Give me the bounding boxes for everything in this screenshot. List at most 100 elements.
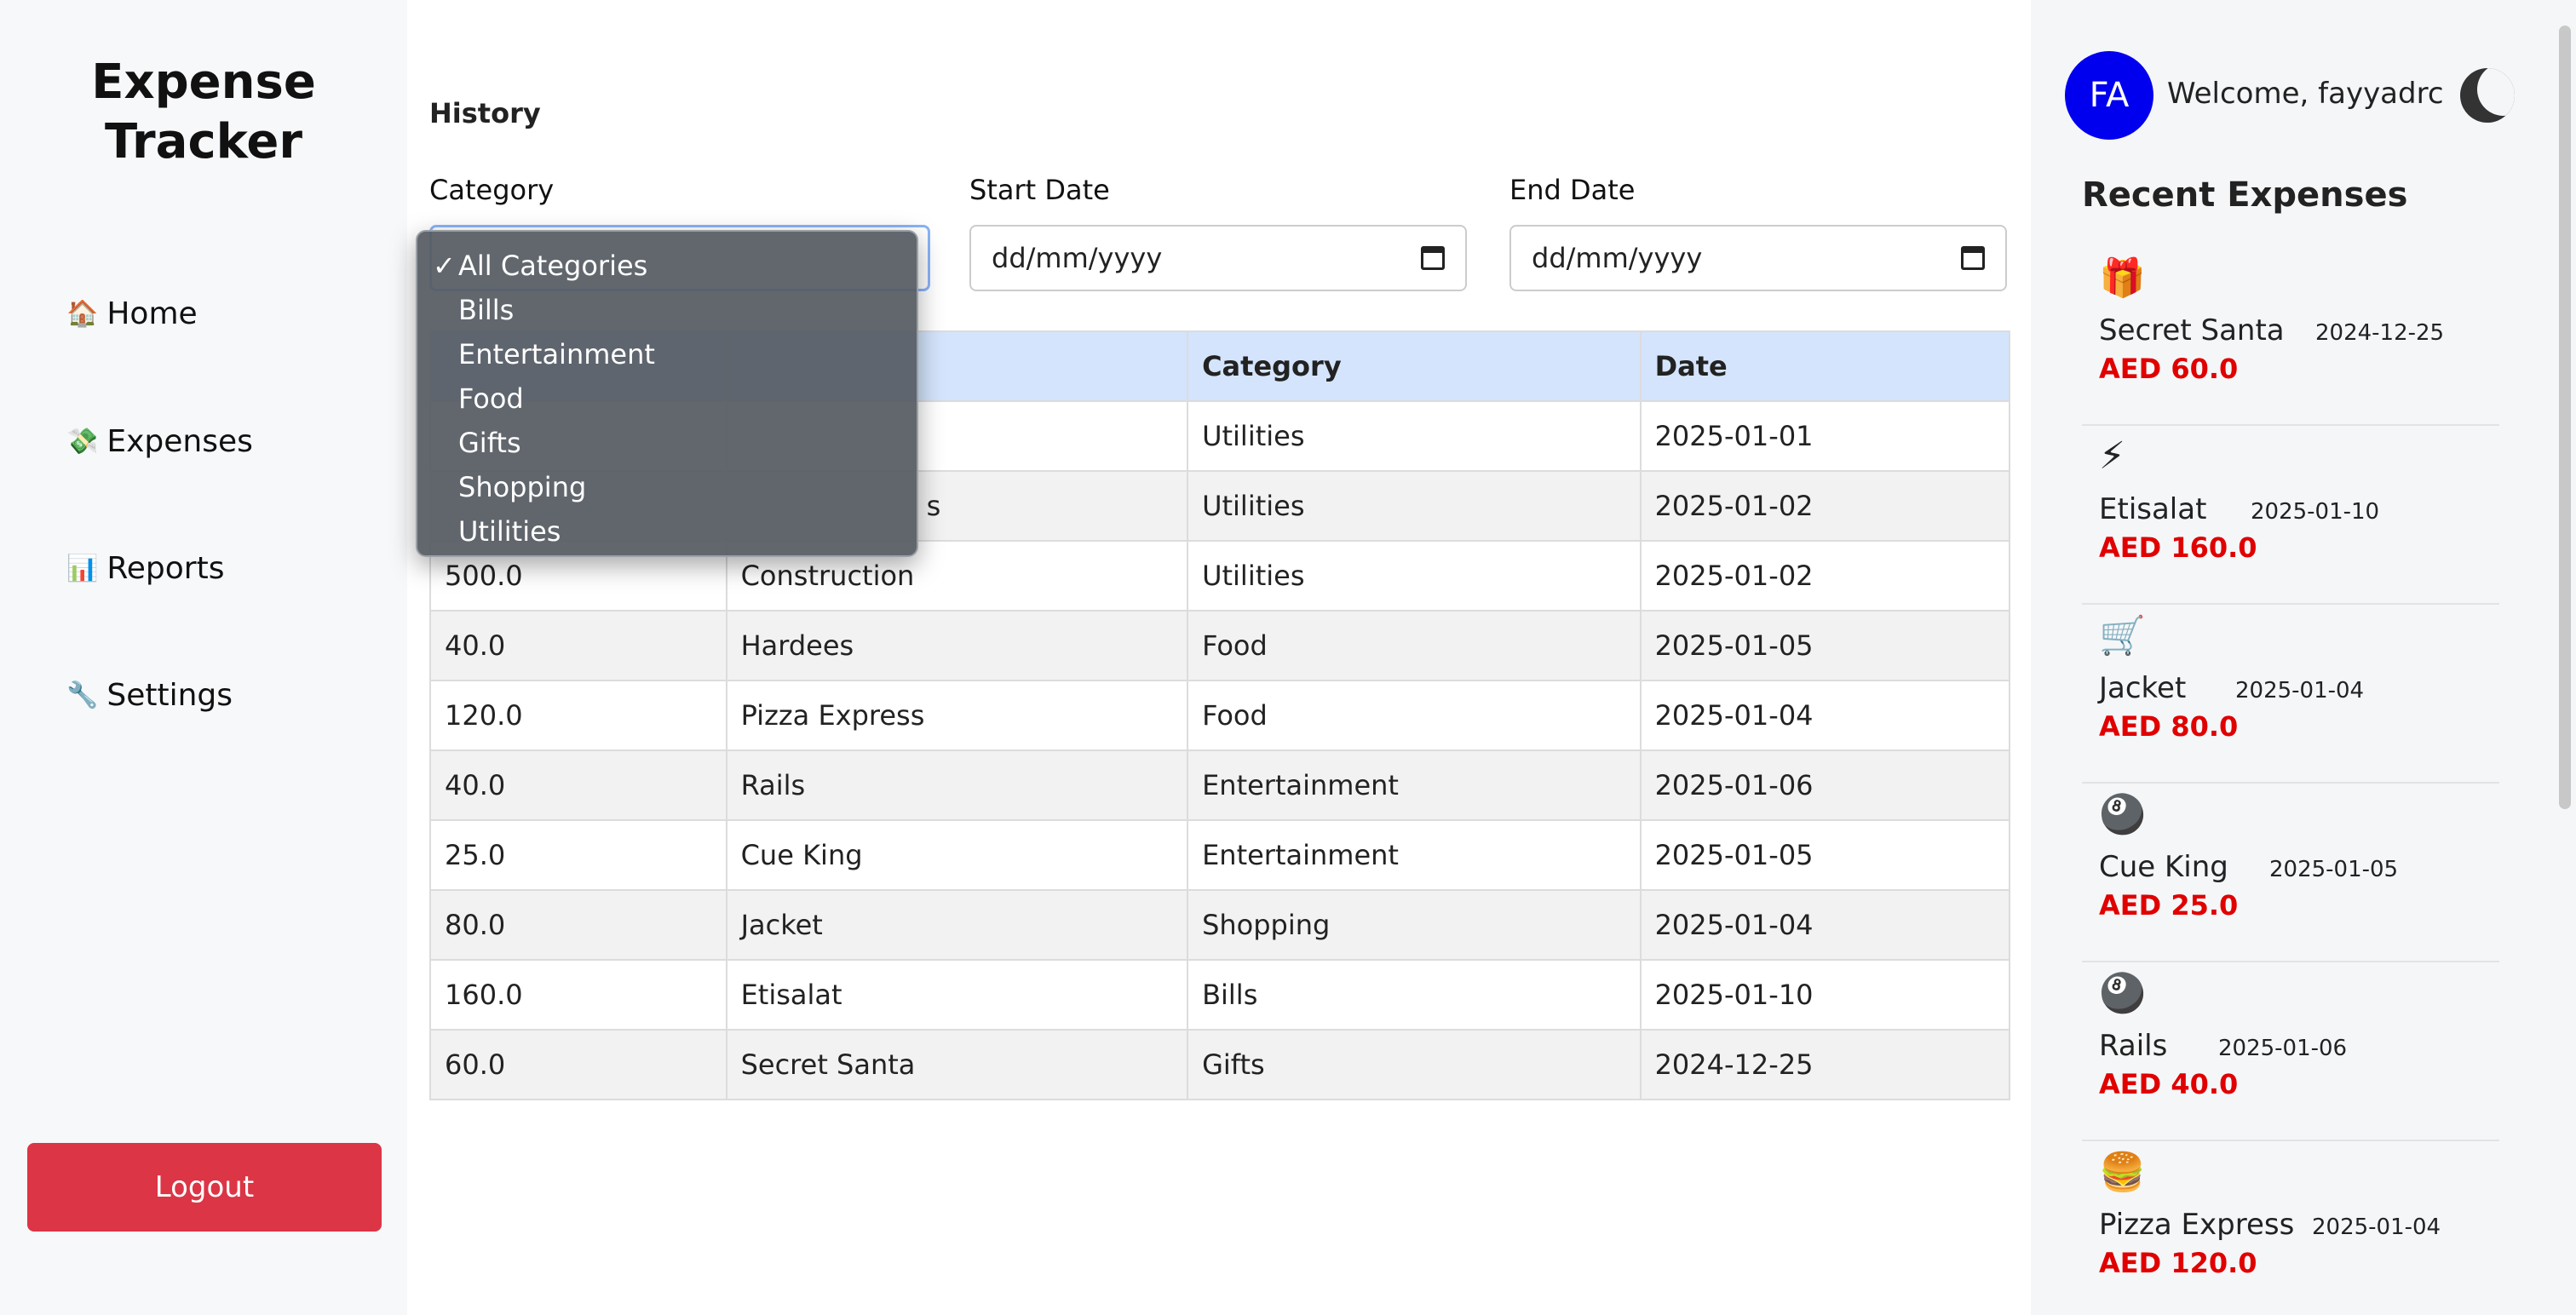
cell-description: Pizza Express bbox=[725, 680, 1189, 751]
moon-icon[interactable] bbox=[2460, 68, 2515, 123]
cell-date: 2025-01-10 bbox=[1639, 959, 2011, 1031]
cell-date: 2025-01-04 bbox=[1639, 889, 2011, 961]
option-label: Entertainment bbox=[458, 338, 655, 370]
checkmark-icon: ✓ bbox=[433, 250, 456, 282]
sidebar-item-label: Settings bbox=[106, 678, 233, 713]
cell-category: Utilities bbox=[1187, 470, 1642, 542]
cell-category: Food bbox=[1187, 610, 1642, 681]
calendar-icon[interactable] bbox=[1421, 246, 1445, 270]
cell-category: Utilities bbox=[1187, 540, 1642, 612]
sidebar-item-expenses[interactable]: 💸 Expenses bbox=[66, 424, 253, 459]
cell-amount: 160.0 bbox=[429, 959, 727, 1031]
dropdown-option-food[interactable]: Food bbox=[417, 376, 917, 421]
brand-title: Expense Tracker bbox=[0, 53, 407, 172]
list-item: 🛒 Jacket 2025-01-04 AED 80.0 bbox=[2082, 605, 2499, 784]
end-date-label: End Date bbox=[1509, 174, 1636, 206]
cell-amount: 40.0 bbox=[429, 610, 727, 681]
dropdown-option-all-categories[interactable]: ✓ All Categories bbox=[417, 244, 917, 288]
option-label: Utilities bbox=[458, 515, 561, 548]
cell-description: Cue King bbox=[725, 819, 1189, 891]
expense-amount: AED 60.0 bbox=[2099, 353, 2239, 385]
calendar-icon[interactable] bbox=[1961, 246, 1985, 270]
cell-amount: 40.0 bbox=[429, 749, 727, 821]
expense-date: 2024-12-25 bbox=[2315, 320, 2445, 346]
sidebar-item-home[interactable]: 🏠 Home bbox=[66, 296, 198, 331]
option-label: All Categories bbox=[458, 250, 648, 282]
cell-amount: 25.0 bbox=[429, 819, 727, 891]
category-dropdown-menu: ✓ All Categories Bills Entertainment Foo… bbox=[416, 230, 918, 557]
list-item: 🎱 Cue King 2025-01-05 AED 25.0 bbox=[2082, 784, 2499, 962]
dropdown-option-shopping[interactable]: Shopping bbox=[417, 465, 917, 509]
cell-amount: 80.0 bbox=[429, 889, 727, 961]
dropdown-option-bills[interactable]: Bills bbox=[417, 288, 917, 332]
start-date-placeholder: dd/mm/yyyy bbox=[992, 242, 1163, 274]
table-row: 60.0 Secret Santa Gifts 2024-12-25 bbox=[429, 1029, 2011, 1100]
avatar[interactable]: FA bbox=[2065, 51, 2153, 140]
sidebar: Expense Tracker 🏠 Home 💸 Expenses 📊 Repo… bbox=[0, 0, 407, 1315]
gift-icon: 🎁 bbox=[2099, 256, 2146, 300]
table-row: 40.0 Hardees Food 2025-01-05 bbox=[429, 610, 2011, 681]
cell-date: 2025-01-06 bbox=[1639, 749, 2011, 821]
cell-description: Hardees bbox=[725, 610, 1189, 681]
bar-chart-icon: 📊 bbox=[66, 554, 99, 583]
expense-name: Cue King bbox=[2099, 850, 2228, 884]
end-date-placeholder: dd/mm/yyyy bbox=[1532, 242, 1703, 274]
expense-name: Secret Santa bbox=[2099, 313, 2285, 347]
sidebar-item-reports[interactable]: 📊 Reports bbox=[66, 551, 224, 586]
eight-ball-icon: 🎱 bbox=[2099, 793, 2146, 836]
expense-name: Pizza Express bbox=[2099, 1208, 2295, 1242]
table-row: 80.0 Jacket Shopping 2025-01-04 bbox=[429, 889, 2011, 961]
sidebar-item-label: Home bbox=[106, 296, 198, 331]
cell-category: Gifts bbox=[1187, 1029, 1642, 1100]
cell-date: 2024-12-25 bbox=[1639, 1029, 2011, 1100]
cell-description: Secret Santa bbox=[725, 1029, 1189, 1100]
expense-date: 2025-01-04 bbox=[2235, 678, 2365, 703]
table-row: 25.0 Cue King Entertainment 2025-01-05 bbox=[429, 819, 2011, 891]
logout-button[interactable]: Logout bbox=[27, 1143, 382, 1232]
option-label: Food bbox=[458, 382, 524, 415]
option-label: Shopping bbox=[458, 471, 587, 503]
cell-description: Etisalat bbox=[725, 959, 1189, 1031]
recent-expenses-list: 🎁 Secret Santa 2024-12-25 AED 60.0 ⚡ Eti… bbox=[2082, 247, 2499, 1315]
right-panel: FA Welcome, fayyadrc Recent Expenses 🎁 S… bbox=[2031, 0, 2576, 1315]
lightning-icon: ⚡ bbox=[2099, 434, 2125, 478]
cell-category: Shopping bbox=[1187, 889, 1642, 961]
list-item: 🎁 Secret Santa 2024-12-25 AED 60.0 bbox=[2082, 247, 2499, 426]
money-wings-icon: 💸 bbox=[66, 427, 99, 457]
home-icon: 🏠 bbox=[66, 299, 99, 329]
cell-category: Entertainment bbox=[1187, 749, 1642, 821]
sidebar-item-label: Reports bbox=[106, 551, 225, 586]
expense-amount: AED 40.0 bbox=[2099, 1068, 2239, 1100]
cell-amount: 120.0 bbox=[429, 680, 727, 751]
expense-name: Etisalat bbox=[2099, 492, 2207, 526]
sidebar-item-settings[interactable]: 🔧 Settings bbox=[66, 678, 233, 713]
dropdown-option-gifts[interactable]: Gifts bbox=[417, 421, 917, 465]
list-item: 🍔 Pizza Express 2025-01-04 AED 120.0 bbox=[2082, 1141, 2499, 1315]
table-row: 120.0 Pizza Express Food 2025-01-04 bbox=[429, 680, 2011, 751]
option-label: Gifts bbox=[458, 427, 521, 459]
expense-amount: AED 160.0 bbox=[2099, 531, 2257, 564]
section-title: History bbox=[429, 97, 541, 129]
cell-date: 2025-01-04 bbox=[1639, 680, 2011, 751]
list-item: 🎱 Rails 2025-01-06 AED 40.0 bbox=[2082, 962, 2499, 1141]
table-row: 40.0 Rails Entertainment 2025-01-06 bbox=[429, 749, 2011, 821]
dropdown-option-entertainment[interactable]: Entertainment bbox=[417, 332, 917, 376]
cell-category: Food bbox=[1187, 680, 1642, 751]
expense-amount: AED 80.0 bbox=[2099, 710, 2239, 743]
end-date-input[interactable]: dd/mm/yyyy bbox=[1509, 225, 2007, 291]
burger-icon: 🍔 bbox=[2099, 1151, 2146, 1194]
cell-date: 2025-01-02 bbox=[1639, 470, 2011, 542]
sidebar-item-label: Expenses bbox=[106, 424, 253, 459]
scrollbar[interactable] bbox=[2559, 26, 2571, 809]
expense-amount: AED 25.0 bbox=[2099, 889, 2239, 922]
expense-amount: AED 120.0 bbox=[2099, 1247, 2257, 1279]
column-header-date[interactable]: Date bbox=[1639, 330, 2011, 402]
start-date-input[interactable]: dd/mm/yyyy bbox=[969, 225, 1467, 291]
option-label: Bills bbox=[458, 294, 515, 326]
cell-date: 2025-01-02 bbox=[1639, 540, 2011, 612]
expense-date: 2025-01-04 bbox=[2312, 1215, 2441, 1240]
welcome-text: Welcome, fayyadrc bbox=[2167, 77, 2444, 111]
column-header-category[interactable]: Category bbox=[1187, 330, 1642, 402]
cell-date: 2025-01-01 bbox=[1639, 400, 2011, 472]
dropdown-option-utilities[interactable]: Utilities bbox=[417, 509, 917, 554]
